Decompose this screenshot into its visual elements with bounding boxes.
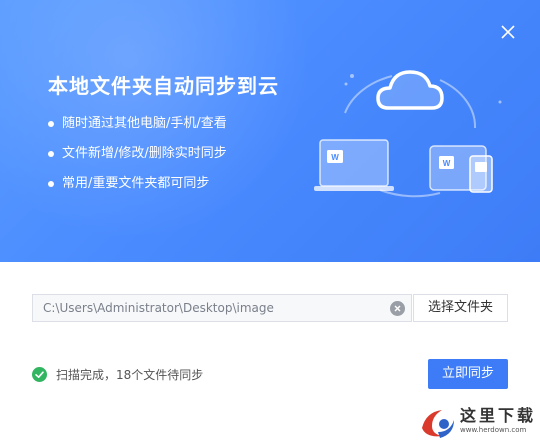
watermark-url: www.herdown.com <box>460 426 527 434</box>
feature-list: 随时通过其他电脑/手机/查看 文件新增/修改/删除实时同步 常用/重要文件夹都可… <box>48 114 227 204</box>
bullet-dot <box>48 151 54 157</box>
clear-x-glyph <box>394 305 401 312</box>
feature-text: 随时通过其他电脑/手机/查看 <box>62 116 227 131</box>
clear-icon[interactable] <box>390 301 405 316</box>
hero-title: 本地文件夹自动同步到云 <box>48 74 279 98</box>
sync-illustration: W W <box>314 70 502 198</box>
choose-folder-button[interactable]: 选择文件夹 <box>413 294 508 322</box>
check-circle-icon <box>32 367 47 382</box>
folder-path-field[interactable] <box>32 294 412 322</box>
phone-icon <box>469 155 493 193</box>
svg-text:W: W <box>443 159 451 168</box>
watermark-text: 这里下载 <box>460 406 537 425</box>
status-text: 扫描完成，18个文件待同步 <box>56 368 204 382</box>
close-icon[interactable] <box>496 20 520 44</box>
sync-now-button[interactable]: 立即同步 <box>428 359 508 389</box>
watermark-logo: 这里下载 www.herdown.com <box>416 398 540 442</box>
feature-item: 随时通过其他电脑/手机/查看 <box>48 114 227 144</box>
feature-item: 常用/重要文件夹都可同步 <box>48 174 227 204</box>
feature-text: 常用/重要文件夹都可同步 <box>62 176 210 191</box>
watermark-emblem <box>422 410 454 438</box>
bullet-dot <box>48 181 54 187</box>
folder-path-input[interactable] <box>33 295 393 321</box>
hero-banner: 本地文件夹自动同步到云 随时通过其他电脑/手机/查看 文件新增/修改/删除实时同… <box>0 0 540 262</box>
svg-text:W: W <box>331 153 339 162</box>
bullet-dot <box>48 121 54 127</box>
feature-item: 文件新增/修改/删除实时同步 <box>48 144 227 174</box>
feature-text: 文件新增/修改/删除实时同步 <box>62 146 227 161</box>
laptop-icon: W <box>314 139 394 191</box>
